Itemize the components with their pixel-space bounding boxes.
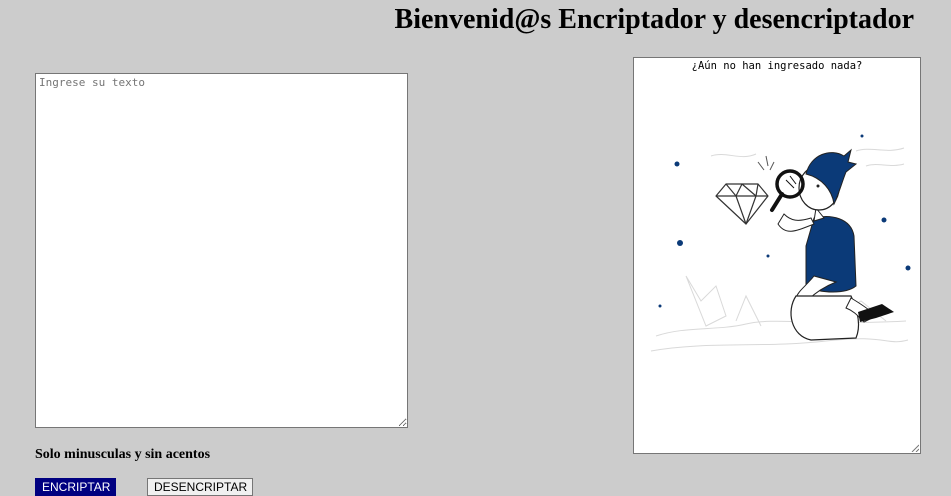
encrypt-button[interactable]: ENCRIPTAR — [35, 478, 116, 496]
page: Bienvenid@s Encriptador y desencriptador… — [0, 0, 951, 496]
resize-grip-icon[interactable] — [911, 444, 919, 452]
page-title: Bienvenid@s Encriptador y desencriptador — [394, 4, 914, 35]
input-hint: Solo minusculas y sin acentos — [35, 447, 211, 462]
text-input[interactable] — [35, 73, 408, 428]
output-message: ¿Aún no han ingresado nada? — [691, 60, 863, 72]
decrypt-button[interactable]: DESENCRIPTAR — [147, 478, 253, 496]
person-magnifying-glass-diamond-illustration — [650, 134, 911, 352]
output-panel[interactable]: ¿Aún no han ingresado nada? — [633, 57, 921, 454]
